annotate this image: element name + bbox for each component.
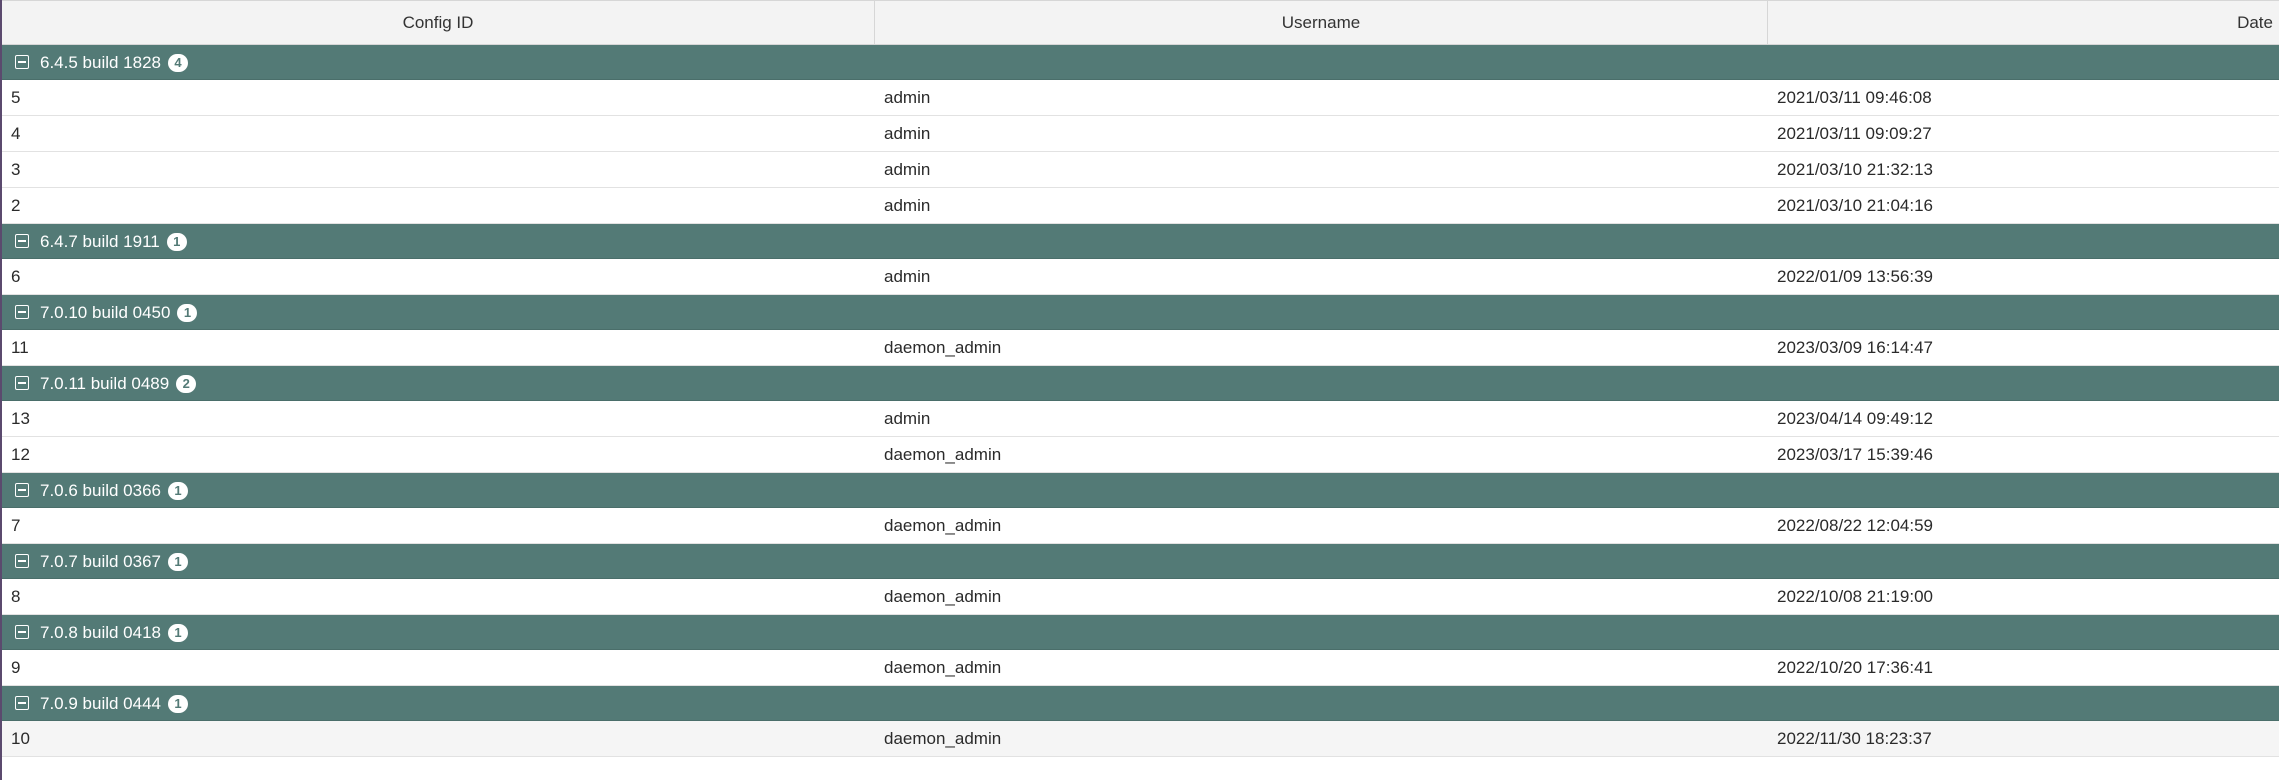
group-count-badge: 1 — [168, 695, 188, 713]
grid-body: 6.4.5 build 1828 4 5 admin 2021/03/11 09:46:… — [2, 45, 2279, 757]
cell-username: daemon_admin — [884, 338, 1002, 357]
cell-config-id: 8 — [11, 587, 21, 606]
cell-config-id: 9 — [11, 658, 21, 677]
cell-username: daemon_admin — [884, 516, 1002, 535]
group-row[interactable]: 7.0.10 build 0450 1 — [2, 295, 2279, 330]
cell-username: admin — [884, 124, 931, 143]
table-row[interactable]: 12 daemon_admin 2023/03/17 15:39:46 — [2, 437, 2279, 473]
cell-date: 2021/03/11 09:09:27 — [1777, 124, 1932, 143]
table-row[interactable]: 10 daemon_admin 2022/11/30 18:23:37 — [2, 721, 2279, 757]
cell-date: 2022/10/20 17:36:41 — [1777, 658, 1933, 677]
cell-date: 2023/03/09 16:14:47 — [1777, 338, 1933, 357]
group-label: 6.4.7 build 1911 — [40, 232, 160, 251]
table-row[interactable]: 5 admin 2021/03/11 09:46:08 — [2, 80, 2279, 116]
group-row[interactable]: 7.0.7 build 0367 1 — [2, 544, 2279, 579]
collapse-minus-icon[interactable] — [15, 55, 29, 69]
table-row[interactable]: 9 daemon_admin 2022/10/20 17:36:41 — [2, 650, 2279, 686]
group-label: 7.0.6 build 0366 — [40, 481, 161, 500]
column-header-row: Config ID Username Date — [2, 0, 2279, 45]
cell-date: 2021/03/11 09:46:08 — [1777, 88, 1932, 107]
cell-username: daemon_admin — [884, 729, 1002, 748]
cell-config-id: 13 — [11, 409, 30, 428]
cell-username: admin — [884, 88, 931, 107]
group-row[interactable]: 7.0.11 build 0489 2 — [2, 366, 2279, 401]
collapse-minus-icon[interactable] — [15, 483, 29, 497]
cell-config-id: 3 — [11, 160, 21, 179]
cell-date: 2023/04/14 09:49:12 — [1777, 409, 1933, 428]
column-header-date[interactable]: Date — [1768, 1, 2279, 45]
cell-config-id: 7 — [11, 516, 21, 535]
group-label-container: 7.0.9 build 0444 1 — [40, 686, 188, 721]
group-label-container: 7.0.7 build 0367 1 — [40, 544, 188, 579]
cell-config-id: 12 — [11, 445, 30, 464]
collapse-minus-icon[interactable] — [15, 625, 29, 639]
group-label-container: 7.0.10 build 0450 1 — [40, 295, 198, 330]
cell-username: admin — [884, 267, 931, 286]
cell-date: 2022/08/22 12:04:59 — [1777, 516, 1933, 535]
table-row[interactable]: 11 daemon_admin 2023/03/09 16:14:47 — [2, 330, 2279, 366]
group-row[interactable]: 6.4.7 build 1911 1 — [2, 224, 2279, 259]
group-count-badge: 1 — [168, 624, 188, 642]
cell-config-id: 4 — [11, 124, 21, 143]
group-label: 7.0.7 build 0367 — [40, 552, 161, 571]
group-label: 7.0.9 build 0444 — [40, 694, 161, 713]
group-label: 7.0.10 build 0450 — [40, 303, 171, 322]
collapse-minus-icon[interactable] — [15, 696, 29, 710]
group-row[interactable]: 7.0.8 build 0418 1 — [2, 615, 2279, 650]
table-row[interactable]: 8 daemon_admin 2022/10/08 21:19:00 — [2, 579, 2279, 615]
cell-date: 2022/01/09 13:56:39 — [1777, 267, 1933, 286]
group-count-badge: 4 — [168, 54, 188, 72]
cell-date: 2021/03/10 21:32:13 — [1777, 160, 1933, 179]
cell-config-id: 5 — [11, 88, 21, 107]
group-row[interactable]: 7.0.9 build 0444 1 — [2, 686, 2279, 721]
cell-date: 2023/03/17 15:39:46 — [1777, 445, 1933, 464]
collapse-minus-icon[interactable] — [15, 234, 29, 248]
group-label-container: 6.4.7 build 1911 1 — [40, 224, 187, 259]
group-label: 6.4.5 build 1828 — [40, 53, 161, 72]
group-count-badge: 1 — [168, 482, 188, 500]
group-label-container: 7.0.6 build 0366 1 — [40, 473, 188, 508]
cell-username: admin — [884, 160, 931, 179]
group-count-badge: 1 — [166, 233, 187, 251]
group-label: 7.0.11 build 0489 — [40, 374, 170, 393]
group-label: 7.0.8 build 0418 — [40, 623, 161, 642]
cell-config-id: 10 — [11, 729, 30, 748]
collapse-minus-icon[interactable] — [15, 554, 29, 568]
cell-config-id: 11 — [11, 338, 29, 357]
collapse-minus-icon[interactable] — [15, 376, 29, 390]
cell-username: admin — [884, 196, 931, 215]
cell-username: daemon_admin — [884, 658, 1002, 677]
table-row[interactable]: 2 admin 2021/03/10 21:04:16 — [2, 188, 2279, 224]
group-count-badge: 1 — [168, 553, 188, 571]
column-header-config-id[interactable]: Config ID — [2, 1, 875, 45]
collapse-minus-icon[interactable] — [15, 305, 29, 319]
cell-username: admin — [884, 409, 931, 428]
cell-config-id: 6 — [11, 267, 21, 286]
group-label-container: 7.0.8 build 0418 1 — [40, 615, 188, 650]
group-row[interactable]: 7.0.6 build 0366 1 — [2, 473, 2279, 508]
cell-username: daemon_admin — [884, 445, 1002, 464]
config-revisions-grid: Config ID Username Date 6.4.5 build 1828… — [0, 0, 2279, 780]
column-header-username[interactable]: Username — [875, 1, 1768, 45]
table-row[interactable]: 6 admin 2022/01/09 13:56:39 — [2, 259, 2279, 295]
group-count-badge: 2 — [176, 375, 197, 393]
table-row[interactable]: 13 admin 2023/04/14 09:49:12 — [2, 401, 2279, 437]
cell-date: 2021/03/10 21:04:16 — [1777, 196, 1933, 215]
table-row[interactable]: 4 admin 2021/03/11 09:09:27 — [2, 116, 2279, 152]
group-label-container: 7.0.11 build 0489 2 — [40, 366, 197, 401]
cell-date: 2022/10/08 21:19:00 — [1777, 587, 1933, 606]
table-row[interactable]: 7 daemon_admin 2022/08/22 12:04:59 — [2, 508, 2279, 544]
cell-config-id: 2 — [11, 196, 21, 215]
cell-username: daemon_admin — [884, 587, 1002, 606]
group-row[interactable]: 6.4.5 build 1828 4 — [2, 45, 2279, 80]
table-row[interactable]: 3 admin 2021/03/10 21:32:13 — [2, 152, 2279, 188]
group-label-container: 6.4.5 build 1828 4 — [40, 45, 188, 80]
group-count-badge: 1 — [177, 304, 198, 322]
cell-date: 2022/11/30 18:23:37 — [1777, 729, 1932, 748]
